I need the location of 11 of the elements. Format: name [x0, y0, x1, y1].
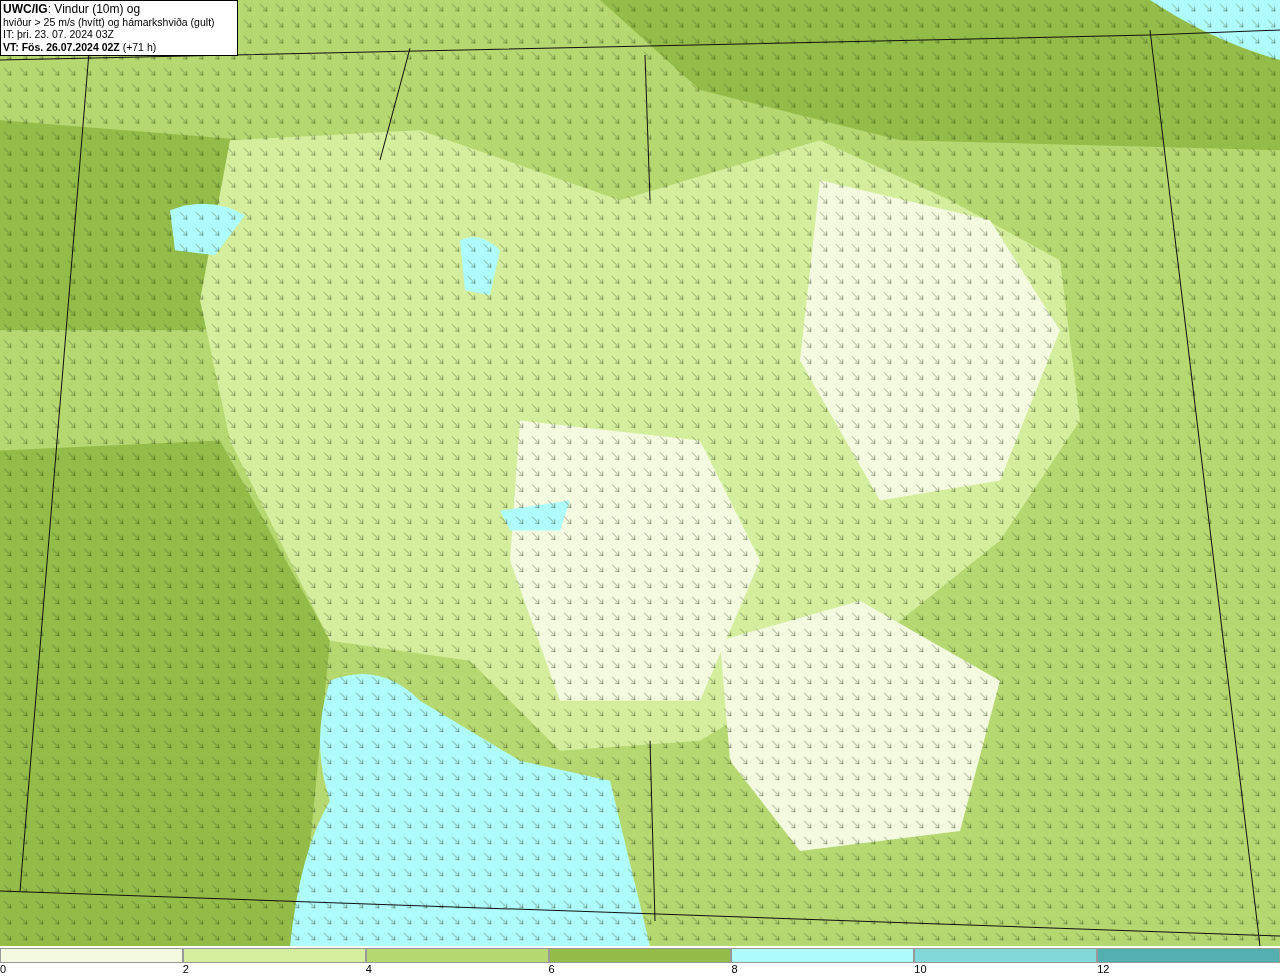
legend-tick-label: 10 — [914, 963, 927, 976]
legend-tick-label: 0 — [0, 963, 7, 976]
map-title-line: UWC/IG: Vindur (10m) og — [3, 3, 141, 16]
map-title-line: hviður > 25 m/s (hvítt) og hámarkshviða (gult) — [3, 15, 215, 28]
legend-tick-label: 6 — [548, 963, 555, 976]
map-title-line: IT: þri. 23. 07. 2024 03Z — [3, 28, 114, 41]
legend-tick-label: 4 — [365, 963, 372, 976]
legend-tick-label: 12 — [1097, 963, 1110, 976]
legend-tick-label: 8 — [731, 963, 738, 976]
map-title-line: VT: Fös. 26.07.2024 02Z (+71 h) — [3, 40, 157, 53]
legend-tick-label: 2 — [182, 963, 189, 976]
